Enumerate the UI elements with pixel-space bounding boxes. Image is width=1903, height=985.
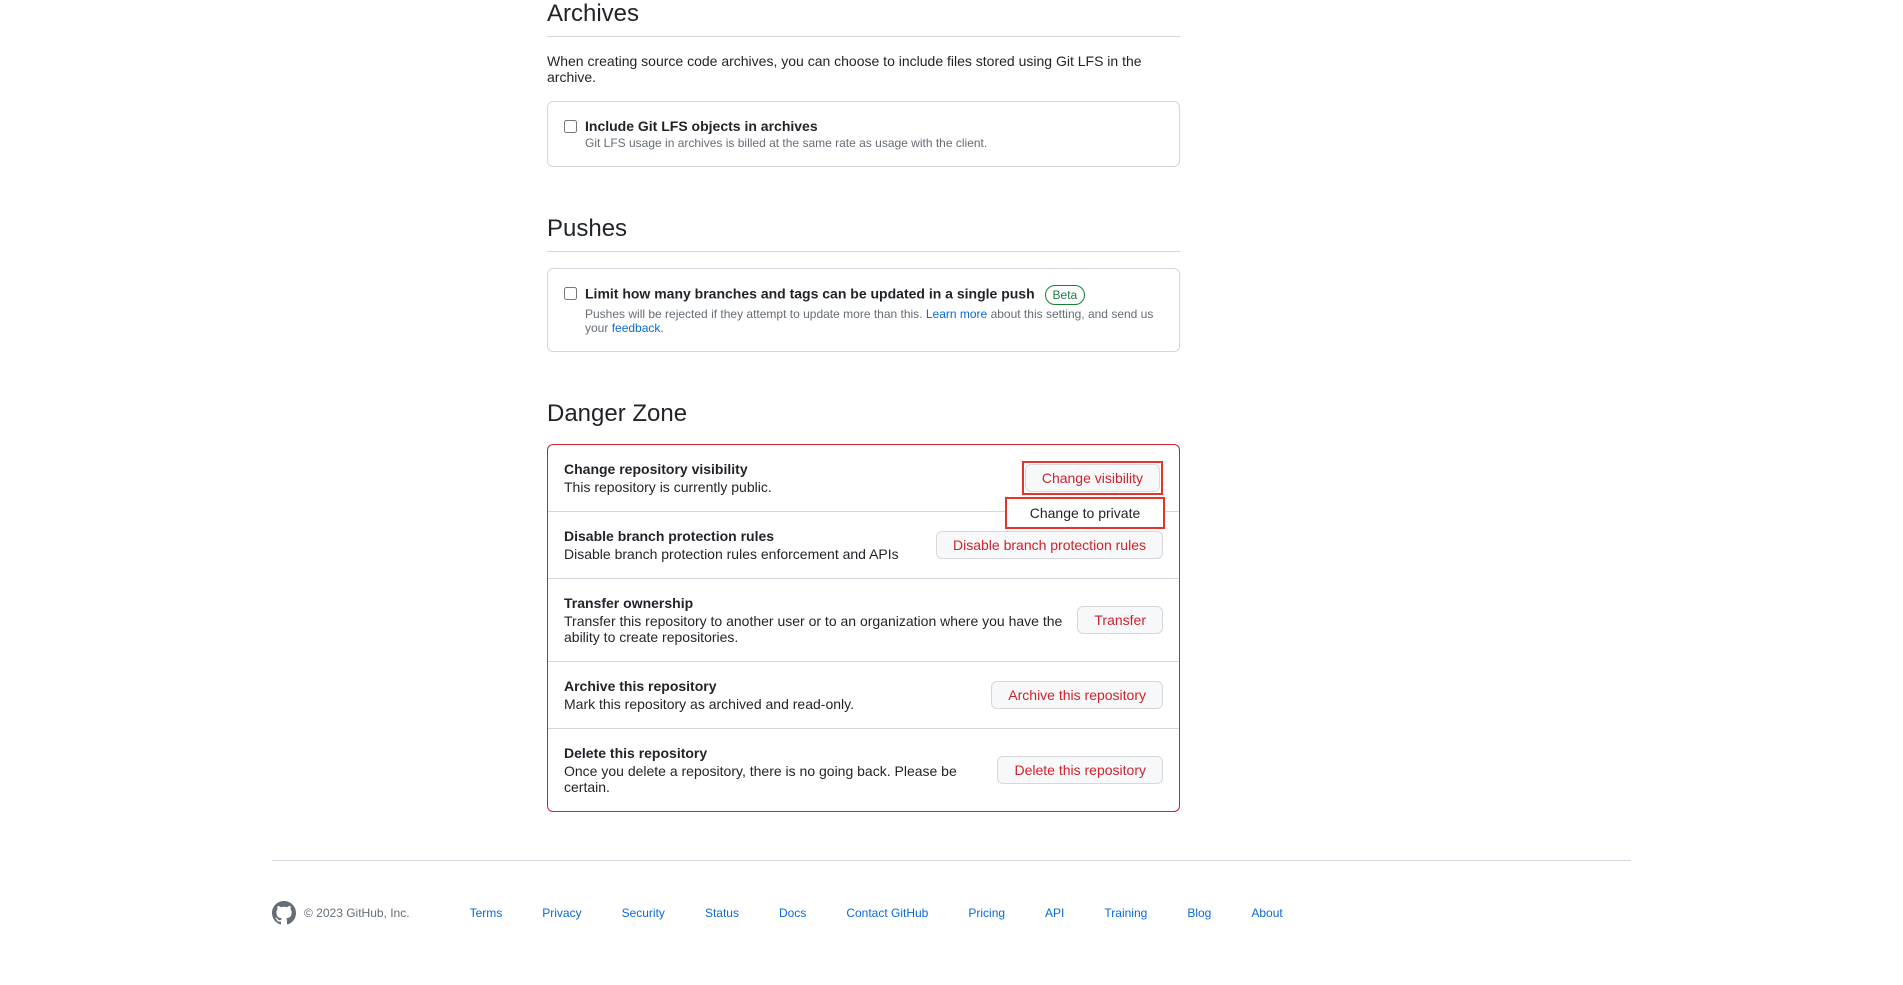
- footer-link-blog[interactable]: Blog: [1187, 906, 1211, 920]
- footer-link-docs[interactable]: Docs: [779, 906, 806, 920]
- change-visibility-button[interactable]: Change visibility: [1025, 464, 1160, 492]
- include-lfs-label: Include Git LFS objects in archives: [585, 118, 1163, 134]
- footer-link-about[interactable]: About: [1251, 906, 1282, 920]
- visibility-highlight: Change visibility: [1022, 461, 1163, 495]
- dz-row-visibility: Change repository visibility This reposi…: [548, 445, 1179, 512]
- include-lfs-checkbox[interactable]: [564, 120, 577, 133]
- footer-link-contact[interactable]: Contact GitHub: [846, 906, 928, 920]
- hint-pre: Pushes will be rejected if they attempt …: [585, 307, 926, 321]
- danger-zone-heading: Danger Zone: [547, 400, 1180, 428]
- disable-branch-rules-button[interactable]: Disable branch protection rules: [936, 531, 1163, 559]
- beta-badge: Beta: [1045, 285, 1086, 305]
- hint-end: .: [660, 321, 663, 335]
- visibility-title: Change repository visibility: [564, 461, 1010, 477]
- dz-row-delete: Delete this repository Once you delete a…: [548, 729, 1179, 811]
- archive-button[interactable]: Archive this repository: [991, 681, 1163, 709]
- branch-rules-desc: Disable branch protection rules enforcem…: [564, 546, 924, 562]
- delete-title: Delete this repository: [564, 745, 985, 761]
- footer: © 2023 GitHub, Inc. Terms Privacy Securi…: [0, 861, 1903, 985]
- archives-description: When creating source code archives, you …: [547, 53, 1180, 85]
- transfer-title: Transfer ownership: [564, 595, 1065, 611]
- feedback-link[interactable]: feedback: [612, 321, 661, 335]
- archives-box: Include Git LFS objects in archives Git …: [547, 101, 1180, 167]
- pushes-box: Limit how many branches and tags can be …: [547, 268, 1180, 352]
- change-to-private-option[interactable]: Change to private: [1005, 497, 1165, 529]
- github-logo-icon: [272, 901, 296, 925]
- transfer-desc: Transfer this repository to another user…: [564, 613, 1065, 645]
- branch-rules-title: Disable branch protection rules: [564, 528, 924, 544]
- archive-title: Archive this repository: [564, 678, 979, 694]
- dz-row-transfer: Transfer ownership Transfer this reposit…: [548, 579, 1179, 662]
- danger-zone-box: Change repository visibility This reposi…: [547, 444, 1180, 812]
- limit-push-hint: Pushes will be rejected if they attempt …: [585, 307, 1163, 335]
- delete-button[interactable]: Delete this repository: [997, 756, 1163, 784]
- limit-push-checkbox[interactable]: [564, 287, 577, 300]
- archive-desc: Mark this repository as archived and rea…: [564, 696, 979, 712]
- learn-more-link[interactable]: Learn more: [926, 307, 987, 321]
- delete-desc: Once you delete a repository, there is n…: [564, 763, 985, 795]
- visibility-desc: This repository is currently public.: [564, 479, 1010, 495]
- footer-link-pricing[interactable]: Pricing: [968, 906, 1005, 920]
- include-lfs-hint: Git LFS usage in archives is billed at t…: [585, 136, 1163, 150]
- transfer-button[interactable]: Transfer: [1077, 606, 1163, 634]
- footer-link-status[interactable]: Status: [705, 906, 739, 920]
- footer-link-terms[interactable]: Terms: [470, 906, 503, 920]
- footer-link-training[interactable]: Training: [1104, 906, 1147, 920]
- footer-link-api[interactable]: API: [1045, 906, 1064, 920]
- footer-link-security[interactable]: Security: [622, 906, 665, 920]
- footer-link-privacy[interactable]: Privacy: [542, 906, 581, 920]
- limit-push-label: Limit how many branches and tags can be …: [585, 286, 1035, 302]
- pushes-heading: Pushes: [547, 215, 1180, 252]
- archives-heading: Archives: [547, 0, 1180, 37]
- dz-row-archive: Archive this repository Mark this reposi…: [548, 662, 1179, 729]
- footer-links: Terms Privacy Security Status Docs Conta…: [470, 906, 1283, 920]
- footer-copyright: © 2023 GitHub, Inc.: [304, 906, 410, 920]
